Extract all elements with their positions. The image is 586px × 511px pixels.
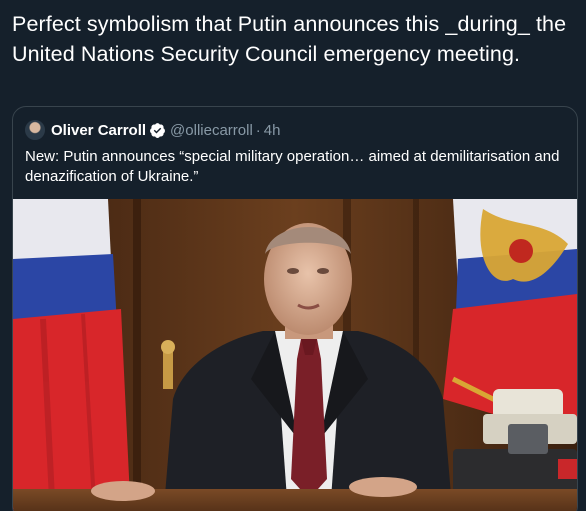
quoted-tweet-header: Oliver Carroll @olliecarroll · 4h [25, 119, 280, 141]
header-separator: · [255, 121, 261, 139]
quoted-tweet-card[interactable]: Oliver Carroll @olliecarroll · 4h New: P… [12, 106, 578, 511]
video-frame-image [13, 199, 577, 511]
quoted-tweet-text: New: Putin announces “special military o… [25, 148, 560, 185]
author-handle[interactable]: @olliecarroll [170, 122, 253, 139]
author-name[interactable]: Oliver Carroll [51, 122, 146, 139]
video-thumbnail[interactable] [13, 199, 577, 511]
avatar[interactable] [25, 120, 45, 140]
tweet-text: Perfect symbolism that Putin announces t… [12, 12, 567, 66]
verified-icon [149, 122, 166, 139]
tweet-timestamp[interactable]: 4h [264, 122, 281, 139]
